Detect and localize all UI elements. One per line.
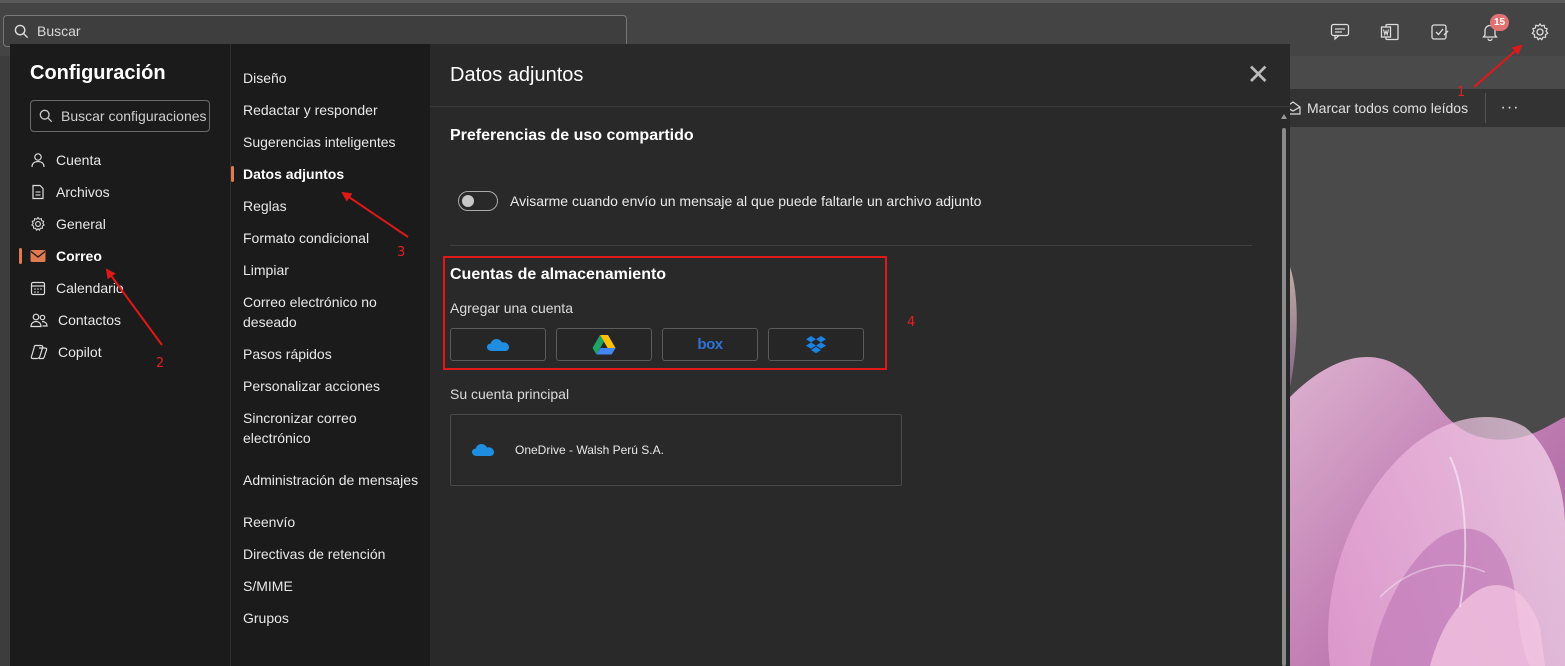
people-icon <box>30 313 48 328</box>
close-icon[interactable]: ✕ <box>1247 61 1270 89</box>
main-account-card: OneDrive - Walsh Perú S.A. <box>450 414 902 486</box>
section-reglas[interactable]: Reglas <box>231 190 431 222</box>
attachments-panel: Datos adjuntos ✕ Preferencias de uso com… <box>430 44 1290 666</box>
section-sincronizar-correo[interactable]: Sincronizar correo electrónico <box>231 402 431 454</box>
chat-icon[interactable] <box>1315 17 1365 47</box>
category-archivos[interactable]: Archivos <box>10 176 230 208</box>
section-pasos-rapidos[interactable]: Pasos rápidos <box>231 338 431 370</box>
search-icon <box>39 109 53 123</box>
add-onedrive-button[interactable] <box>450 328 546 361</box>
category-label: Copilot <box>58 344 102 360</box>
onedrive-icon <box>487 338 509 351</box>
category-label: Archivos <box>56 184 110 200</box>
search-box[interactable]: Buscar <box>3 15 627 47</box>
background-list <box>0 56 10 666</box>
file-icon <box>32 184 44 200</box>
scrollbar-thumb[interactable] <box>1282 128 1286 666</box>
person-icon <box>31 153 45 168</box>
calendar-icon <box>30 281 46 296</box>
storage-provider-buttons: box <box>450 328 864 361</box>
dropbox-icon <box>806 335 826 353</box>
box-icon: box <box>697 336 723 353</box>
bell-icon[interactable]: 15 <box>1465 14 1515 47</box>
section-datos-adjuntos[interactable]: Datos adjuntos <box>231 158 431 190</box>
sharing-preferences-heading: Preferencias de uso compartido <box>450 127 694 144</box>
section-correo-no-deseado[interactable]: Correo electrónico no deseado <box>231 286 431 338</box>
divider <box>450 245 1252 246</box>
top-icons: 15 <box>1315 14 1565 47</box>
gear-icon[interactable] <box>1515 17 1565 47</box>
main-account-label: Su cuenta principal <box>450 386 570 402</box>
settings-category-pane: Configuración Buscar configuraciones Cue… <box>10 44 230 666</box>
settings-dialog: Configuración Buscar configuraciones Cue… <box>10 44 1290 666</box>
notification-badge: 15 <box>1490 14 1510 31</box>
category-correo[interactable]: Correo <box>10 240 230 272</box>
mark-all-read-button[interactable]: Marcar todos como leídos <box>1275 100 1485 116</box>
add-box-button[interactable]: box <box>662 328 758 361</box>
section-sugerencias[interactable]: Sugerencias inteligentes <box>231 126 431 158</box>
google-drive-icon <box>592 335 616 355</box>
category-calendario[interactable]: Calendario <box>10 272 230 304</box>
add-dropbox-button[interactable] <box>768 328 864 361</box>
screen: Buscar 15 Marcar todos como leídos ··· C… <box>0 0 1565 666</box>
main-account-name: OneDrive - Walsh Perú S.A. <box>515 443 664 457</box>
onedrive-icon <box>472 444 494 456</box>
search-icon <box>14 24 29 38</box>
note-icon[interactable] <box>1415 17 1465 47</box>
mail-icon <box>30 250 46 262</box>
storage-accounts-heading: Cuentas de almacenamiento <box>450 266 667 283</box>
divider <box>430 106 1290 107</box>
mail-section-list: Diseño Redactar y responder Sugerencias … <box>231 62 431 634</box>
category-copilot[interactable]: Copilot <box>10 336 230 368</box>
section-limpiar[interactable]: Limpiar <box>231 254 431 286</box>
category-label: Correo <box>56 248 102 264</box>
copilot-icon <box>30 344 48 360</box>
category-list: Cuenta Archivos General Correo Calendari… <box>10 144 230 368</box>
section-personalizar-acciones[interactable]: Personalizar acciones <box>231 370 431 402</box>
wallpaper-art <box>1290 127 1565 666</box>
category-contactos[interactable]: Contactos <box>10 304 230 336</box>
section-reenvio[interactable]: Reenvío <box>231 506 431 538</box>
category-label: Contactos <box>58 312 122 328</box>
category-label: Calendario <box>56 280 124 296</box>
section-smime[interactable]: S/MIME <box>231 570 431 602</box>
panel-title: Datos adjuntos <box>450 64 584 86</box>
category-cuenta[interactable]: Cuenta <box>10 144 230 176</box>
more-options-button[interactable]: ··· <box>1486 99 1534 117</box>
section-diseno[interactable]: Diseño <box>231 62 431 94</box>
category-label: Cuenta <box>56 152 102 168</box>
missing-attachment-setting: Avisarme cuando envío un mensaje al que … <box>458 191 981 211</box>
gear-icon <box>31 216 45 231</box>
background-command-bar: Marcar todos como leídos ··· <box>1275 89 1565 127</box>
settings-search-placeholder: Buscar configuraciones <box>61 108 207 124</box>
section-redactar[interactable]: Redactar y responder <box>231 94 431 126</box>
office-word-icon[interactable] <box>1365 17 1415 47</box>
search-placeholder: Buscar <box>37 23 81 39</box>
add-account-label: Agregar una cuenta <box>450 300 573 316</box>
section-formato-condicional[interactable]: Formato condicional <box>231 222 431 254</box>
mark-all-read-label: Marcar todos como leídos <box>1307 100 1469 116</box>
settings-title: Configuración <box>30 62 166 84</box>
category-general[interactable]: General <box>10 208 230 240</box>
section-administracion-mensajes[interactable]: Administración de mensajes <box>231 464 431 496</box>
settings-search-input[interactable]: Buscar configuraciones <box>30 100 210 132</box>
mail-section-pane: Diseño Redactar y responder Sugerencias … <box>230 44 430 666</box>
category-label: General <box>56 216 106 232</box>
section-directivas-retencion[interactable]: Directivas de retención <box>231 538 431 570</box>
missing-attachment-toggle[interactable] <box>458 191 498 211</box>
add-google-drive-button[interactable] <box>556 328 652 361</box>
section-grupos[interactable]: Grupos <box>231 602 431 634</box>
toggle-label: Avisarme cuando envío un mensaje al que … <box>510 193 982 209</box>
scroll-up-arrow[interactable] <box>1281 114 1287 119</box>
